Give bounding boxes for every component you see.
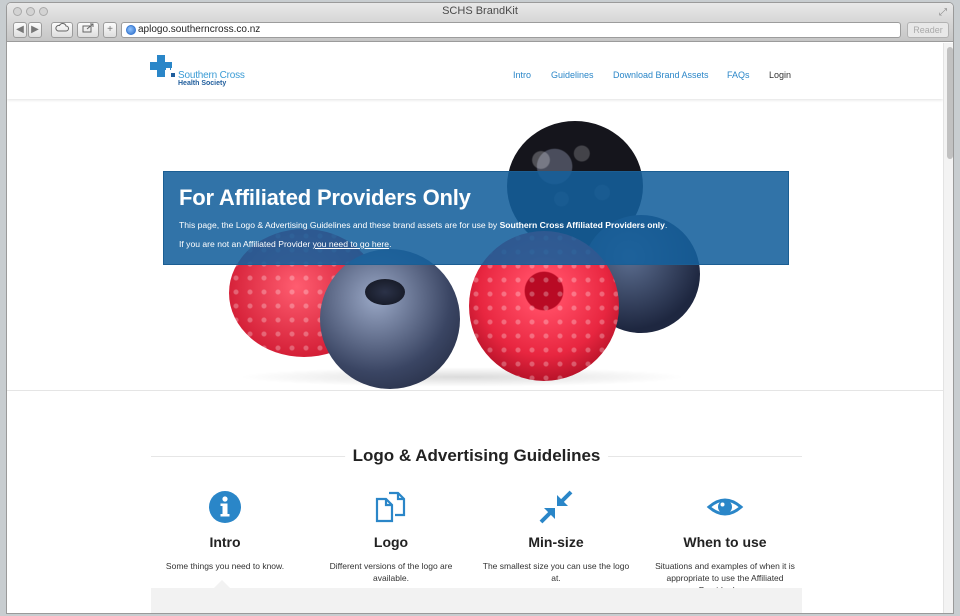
card-desc-min-size: The smallest size you can use the logo a… (482, 561, 630, 583)
info-icon (209, 491, 241, 523)
window-title: SCHS BrandKit (442, 5, 518, 17)
zoom-window-button[interactable] (39, 7, 48, 16)
eye-icon (706, 498, 744, 516)
card-intro[interactable]: Intro Some things you need to know. (150, 490, 300, 572)
logo-text-line2: Health Society (178, 80, 227, 87)
address-bar[interactable]: aplogo.southerncross.co.nz (121, 22, 901, 38)
banner-line1: This page, the Logo & Advertising Guidel… (179, 219, 773, 231)
section-title: Logo & Advertising Guidelines (344, 446, 609, 466)
minimize-window-button[interactable] (26, 7, 35, 16)
card-logo[interactable]: Logo Different versions of the logo are … (316, 490, 466, 584)
hero-section: For Affiliated Providers Only This page,… (7, 99, 943, 391)
nav-guidelines[interactable]: Guidelines (551, 70, 594, 80)
close-window-button[interactable] (13, 7, 22, 16)
card-desc-intro: Some things you need to know. (165, 561, 285, 571)
card-title-intro: Intro (209, 534, 241, 550)
share-icon (82, 23, 94, 33)
banner-line2-text: If you are not an Affiliated Provider (179, 239, 313, 249)
card-min-size[interactable]: Min-size The smallest size you can use t… (481, 490, 631, 584)
nav-login[interactable]: Login (769, 70, 791, 80)
page-scrollbar[interactable] (943, 43, 953, 613)
panel-pointer (212, 580, 232, 590)
affiliated-providers-banner: For Affiliated Providers Only This page,… (163, 171, 789, 265)
banner-line1-end: . (664, 220, 668, 230)
page-viewport: Southern Cross Health Society Intro Guid… (7, 43, 943, 613)
icloud-tabs-button[interactable] (51, 22, 73, 38)
forward-button[interactable]: ▶ (28, 22, 42, 38)
guidelines-section: Logo & Advertising Guidelines Intro Some… (7, 392, 943, 613)
add-bookmark-button[interactable]: + (103, 22, 117, 38)
card-title-logo: Logo (373, 534, 409, 550)
browser-toolbar: ◀ ▶ + aplogo.southerncross.co.nz Reader (7, 19, 953, 42)
copy-files-icon (375, 491, 406, 523)
site-header: Southern Cross Health Society Intro Guid… (7, 43, 943, 99)
banner-line2: If you are not an Affiliated Provider yo… (179, 238, 773, 250)
title-bar: SCHS BrandKit ⤢ (7, 3, 953, 19)
scrollbar-thumb[interactable] (947, 47, 953, 159)
reader-button[interactable]: Reader (907, 22, 949, 38)
cross-logo-icon (150, 55, 175, 77)
card-detail-panel (151, 588, 802, 613)
banner-line1-text: This page, the Logo & Advertising Guidel… (179, 220, 500, 230)
shrink-arrows-icon (539, 490, 573, 524)
card-title-when-to-use: When to use (683, 534, 767, 550)
banner-line1-bold: Southern Cross Affiliated Providers only (499, 220, 665, 230)
banner-title: For Affiliated Providers Only (179, 185, 471, 210)
banner-line2-end: . (389, 239, 392, 249)
section-heading: Logo & Advertising Guidelines (151, 446, 802, 466)
url-text: aplogo.southerncross.co.nz (138, 24, 261, 35)
card-desc-logo: Different versions of the logo are avail… (329, 561, 453, 583)
nav-faqs[interactable]: FAQs (727, 70, 750, 80)
back-button[interactable]: ◀ (13, 22, 27, 38)
blueberry-front-image (320, 249, 460, 389)
berries-shadow (237, 367, 687, 387)
share-button[interactable] (77, 22, 99, 38)
southern-cross-logo[interactable]: Southern Cross Health Society (150, 55, 260, 87)
browser-window: SCHS BrandKit ⤢ ◀ ▶ + aplogo.southerncro… (6, 2, 954, 614)
globe-icon (126, 25, 136, 35)
card-when-to-use[interactable]: When to use Situations and examples of w… (650, 490, 800, 596)
nav-intro[interactable]: Intro (513, 70, 531, 80)
card-title-min-size: Min-size (528, 534, 584, 550)
cloud-icon (55, 23, 69, 32)
nav-download-brand-assets[interactable]: Download Brand Assets (613, 70, 709, 80)
go-here-link[interactable]: you need to go here (313, 239, 389, 249)
